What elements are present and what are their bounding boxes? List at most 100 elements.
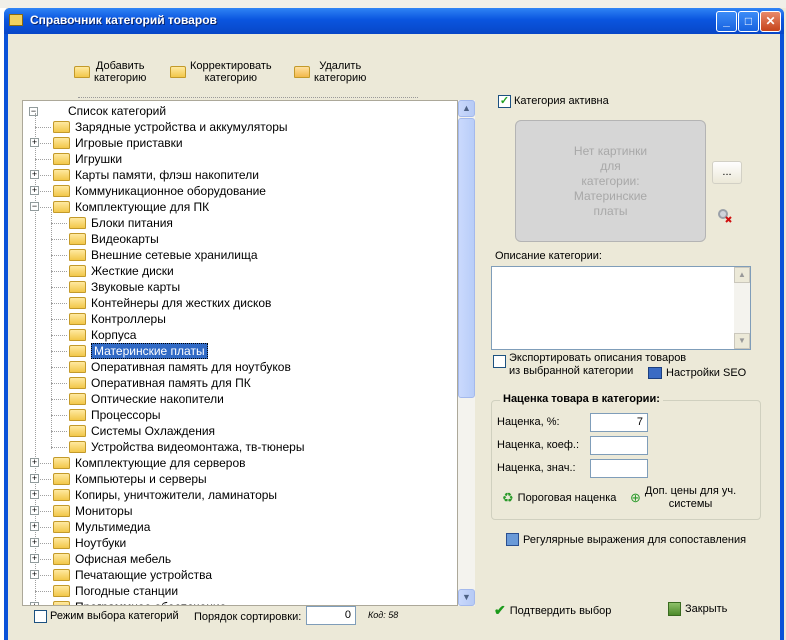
select-mode-checkbox[interactable]: [34, 610, 47, 623]
tree-item[interactable]: Погодные станции: [53, 583, 178, 599]
delete-category-button[interactable]: Удалить категорию: [294, 60, 366, 84]
export-checkbox[interactable]: [493, 355, 506, 368]
category-tree[interactable]: − Список категорий Зарядные устройства и а…: [22, 100, 458, 606]
tree-branch-line: [51, 303, 67, 304]
minimize-button[interactable]: _: [716, 11, 737, 32]
folder-icon: [69, 281, 86, 293]
tree-item-label: Материнские платы: [91, 343, 208, 359]
tree-branch-line: [51, 399, 67, 400]
edit-folder-icon: [170, 66, 186, 78]
expand-icon[interactable]: +: [30, 458, 39, 467]
description-scroll-up[interactable]: ▲: [734, 267, 750, 283]
expand-icon[interactable]: +: [30, 506, 39, 515]
description-textarea[interactable]: ▲ ▼: [491, 266, 751, 350]
tree-item-label: Звуковые карты: [91, 280, 181, 294]
expand-icon[interactable]: +: [30, 570, 39, 579]
tree-item[interactable]: Коммуникационное оборудование: [53, 183, 266, 199]
seo-settings-button[interactable]: Настройки SEO: [648, 367, 746, 379]
tree-item[interactable]: Комплектующие для ПК: [53, 199, 209, 215]
threshold-markup-button[interactable]: ♻ Пороговая наценка: [502, 490, 616, 506]
extra-prices-button[interactable]: ⊕ Доп. цены для уч. системы: [630, 485, 736, 511]
browse-image-button[interactable]: ...: [712, 161, 742, 184]
tree-item[interactable]: Офисная мебель: [53, 551, 171, 567]
tree-item-label: Блоки питания: [91, 216, 173, 230]
tree-item[interactable]: Контейнеры для жестких дисков: [69, 295, 271, 311]
tree-item[interactable]: Оптические накопители: [69, 391, 224, 407]
tree-item[interactable]: Системы Охлаждения: [69, 423, 215, 439]
regex-button[interactable]: Регулярные выражения для сопоставления: [506, 533, 746, 546]
folder-icon: [53, 185, 70, 197]
folder-icon: [69, 297, 86, 309]
tree-item-label: Устройства видеомонтажа, тв-тюнеры: [91, 440, 305, 454]
active-checkbox[interactable]: ✓: [498, 95, 511, 108]
scroll-thumb[interactable]: [458, 118, 475, 398]
markup-group-title: Наценка товара в категории:: [500, 393, 663, 405]
tree-root[interactable]: − Список категорий: [29, 103, 166, 119]
scroll-up-button[interactable]: ▲: [458, 100, 475, 117]
markup-pct-field[interactable]: 7: [590, 413, 648, 432]
expand-icon[interactable]: +: [30, 138, 39, 147]
tree-item[interactable]: Устройства видеомонтажа, тв-тюнеры: [69, 439, 304, 455]
tree-item-label: Контроллеры: [91, 312, 166, 326]
expand-icon[interactable]: +: [30, 554, 39, 563]
description-scroll-down[interactable]: ▼: [734, 333, 750, 349]
tree-item[interactable]: Карты памяти, флэш накопители: [53, 167, 259, 183]
expand-icon[interactable]: +: [30, 490, 39, 499]
folder-icon: [53, 553, 70, 565]
description-scrollbar[interactable]: ▲ ▼: [734, 267, 750, 349]
expand-icon[interactable]: +: [30, 474, 39, 483]
category-image-placeholder: Нет картинки для категории: Материнские …: [515, 120, 706, 242]
tree-root-label: Список категорий: [68, 104, 167, 118]
collapse-icon[interactable]: −: [29, 106, 38, 116]
close-window-button[interactable]: ✕: [760, 11, 781, 32]
tree-item[interactable]: Программное обеспечение: [53, 599, 226, 605]
tree-item[interactable]: Игровые приставки: [53, 135, 183, 151]
tree-branch-line: [51, 447, 67, 448]
tree-item[interactable]: Контроллеры: [69, 311, 166, 327]
sort-order-label: Порядок сортировки:: [194, 611, 302, 623]
markup-value-field[interactable]: [590, 459, 648, 478]
tree-item[interactable]: Игрушки: [53, 151, 122, 167]
close-button[interactable]: Закрыть: [668, 602, 727, 616]
delete-image-icon[interactable]: [717, 208, 732, 223]
folder-icon: [53, 201, 70, 213]
maximize-button[interactable]: □: [738, 11, 759, 32]
tree-item[interactable]: Корпуса: [69, 327, 136, 343]
tree-item[interactable]: Печатающие устройства: [53, 567, 212, 583]
expand-icon[interactable]: +: [30, 538, 39, 547]
active-label: Категория активна: [514, 95, 609, 107]
tree-item[interactable]: Ноутбуки: [53, 535, 126, 551]
markup-coef-field[interactable]: [590, 436, 648, 455]
tree-item[interactable]: Материнские платы: [69, 343, 208, 359]
extra-prices-icon: ⊕: [630, 490, 641, 505]
tree-item[interactable]: Копиры, уничтожители, ламинаторы: [53, 487, 277, 503]
tree-item[interactable]: Мультимедиа: [53, 519, 150, 535]
edit-category-button[interactable]: Корректировать категорию: [170, 60, 272, 84]
title-bar[interactable]: Справочник категорий товаров _ □ ✕: [4, 8, 784, 34]
expand-icon[interactable]: +: [30, 186, 39, 195]
tree-item-label: Оперативная память для ноутбуков: [91, 360, 291, 374]
expand-icon[interactable]: +: [30, 170, 39, 179]
expand-icon[interactable]: +: [30, 522, 39, 531]
add-category-button[interactable]: Добавить категорию: [74, 60, 146, 84]
tree-item[interactable]: Блоки питания: [69, 215, 173, 231]
tree-item[interactable]: Жесткие диски: [69, 263, 174, 279]
scroll-down-button[interactable]: ▼: [458, 589, 475, 606]
tree-item[interactable]: Мониторы: [53, 503, 132, 519]
tree-item[interactable]: Видеокарты: [69, 231, 159, 247]
confirm-button[interactable]: ✔ Подтвердить выбор: [494, 602, 611, 619]
tree-item[interactable]: Процессоры: [69, 407, 161, 423]
tree-item[interactable]: Компьютеры и серверы: [53, 471, 207, 487]
tree-item[interactable]: Звуковые карты: [69, 279, 180, 295]
category-dialog: Справочник категорий товаров _ □ ✕ Добав…: [4, 8, 784, 640]
tree-item[interactable]: Комплектующие для серверов: [53, 455, 246, 471]
tree-item[interactable]: Оперативная память для ПК: [69, 375, 251, 391]
tree-item[interactable]: Внешние сетевые хранилища: [69, 247, 258, 263]
tree-branch-line: [51, 223, 67, 224]
tree-item[interactable]: Оперативная память для ноутбуков: [69, 359, 291, 375]
tree-item[interactable]: Зарядные устройства и аккумуляторы: [53, 119, 288, 135]
collapse-icon[interactable]: −: [30, 202, 39, 211]
tree-scrollbar[interactable]: ▲ ▼: [458, 100, 475, 606]
expand-icon[interactable]: +: [30, 602, 39, 605]
sort-order-field[interactable]: 0: [306, 606, 356, 625]
